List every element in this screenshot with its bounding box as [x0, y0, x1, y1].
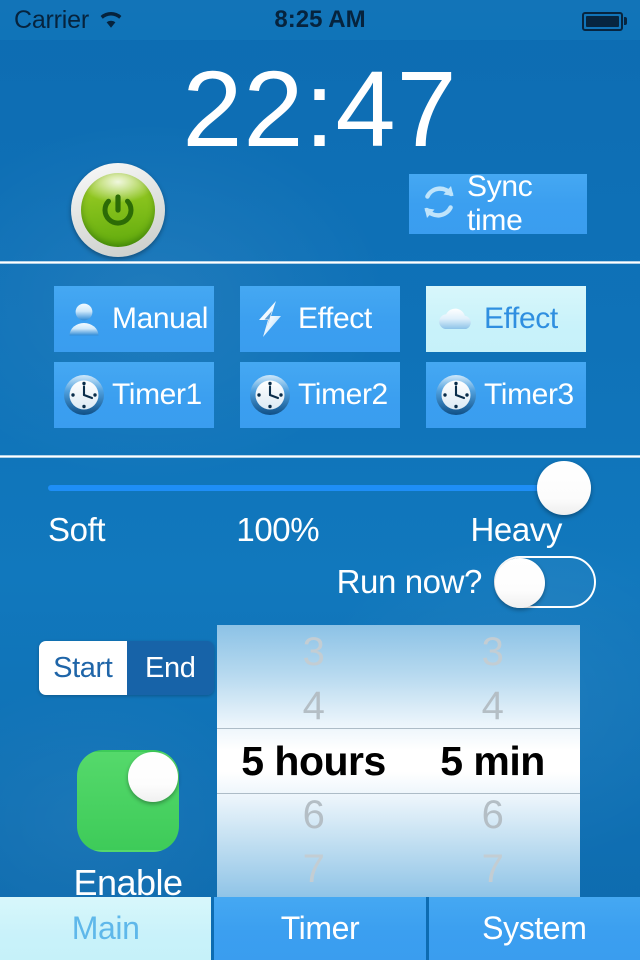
mode-button-label: Effect: [484, 302, 558, 335]
sync-refresh-icon: [418, 181, 460, 228]
tab-timer[interactable]: Timer: [214, 897, 426, 960]
start-end-segmented-control[interactable]: Start End: [39, 641, 214, 695]
mode-button-timer2[interactable]: Timer2: [240, 362, 400, 428]
picker-option[interactable]: 6: [399, 788, 580, 842]
mode-button-label: Timer2: [298, 378, 388, 411]
run-now-label: Run now?: [336, 563, 483, 600]
cloud-icon: [434, 297, 478, 341]
lightning-bolt-icon: [248, 297, 292, 341]
mode-button-label: Timer1: [112, 378, 202, 411]
mode-button-label: Timer3: [484, 378, 574, 411]
enable-toggle[interactable]: [77, 750, 179, 852]
mode-button-grid: Manual Effect Effect Timer1 Timer2 Timer…: [0, 286, 640, 428]
device-clock: 22:47: [182, 48, 458, 169]
picker-minutes-unit: min: [473, 737, 545, 784]
intensity-slider-track[interactable]: [48, 485, 590, 491]
mode-button-manual[interactable]: Manual: [54, 286, 214, 352]
picker-option[interactable]: 7: [399, 843, 580, 897]
mode-grid-row-1: Manual Effect Effect: [54, 286, 586, 352]
enable-block: Enable: [73, 750, 183, 904]
run-now-toggle[interactable]: [494, 556, 596, 608]
toggle-knob: [495, 558, 545, 608]
picker-column-hours[interactable]: 3 4 5 hours 6 7: [217, 625, 398, 897]
picker-option[interactable]: 4: [217, 679, 398, 733]
person-icon: [62, 297, 106, 341]
picker-selection-band-bottom: [217, 793, 580, 794]
app-screen: Carrier 8:25 AM 22:47 Sync time Manual E…: [0, 0, 640, 960]
segment-start[interactable]: Start: [39, 641, 127, 695]
intensity-slider-labels: Soft 100% Heavy: [48, 511, 590, 549]
status-bar-clock: 8:25 AM: [274, 6, 366, 33]
section-divider-bottom: [0, 455, 640, 458]
picker-selected-hours[interactable]: 5 hours: [217, 734, 398, 788]
picker-option[interactable]: 3: [399, 625, 580, 679]
picker-selected-minutes[interactable]: 5 min: [399, 734, 580, 788]
sync-time-label: Sync time: [467, 170, 533, 237]
run-now-row: Run now?: [300, 556, 596, 608]
picker-option[interactable]: 7: [217, 843, 398, 897]
intensity-slider-thumb[interactable]: [537, 461, 591, 515]
mode-grid-row-2: Timer1 Timer2 Timer3: [54, 362, 586, 428]
clock-icon: [434, 373, 478, 417]
mode-button-label: Manual: [112, 302, 208, 335]
picker-column-minutes[interactable]: 3 4 5 min 6 7: [399, 625, 580, 897]
status-bar: Carrier 8:25 AM: [0, 0, 640, 40]
power-button[interactable]: [71, 163, 165, 257]
picker-hours-unit: hours: [274, 737, 386, 784]
mode-button-timer3[interactable]: Timer3: [426, 362, 586, 428]
tab-system[interactable]: System: [428, 897, 640, 960]
tab-bar: Main Timer System: [0, 897, 640, 960]
toggle-knob: [128, 752, 178, 802]
mode-button-effect-bolt[interactable]: Effect: [240, 286, 400, 352]
section-divider-top: [0, 261, 640, 264]
mode-button-timer1[interactable]: Timer1: [54, 362, 214, 428]
picker-minutes-value: 5: [440, 737, 463, 784]
picker-selection-band-top: [217, 728, 580, 729]
segment-end[interactable]: End: [126, 641, 214, 695]
picker-option[interactable]: 6: [217, 788, 398, 842]
picker-option[interactable]: 3: [217, 625, 398, 679]
clock-icon: [248, 373, 292, 417]
tab-main[interactable]: Main: [0, 897, 212, 960]
intensity-value-label: 100%: [236, 511, 320, 548]
intensity-max-label: Heavy: [470, 511, 562, 548]
mode-button-label: Effect: [298, 302, 372, 335]
sync-time-button[interactable]: Sync time: [409, 170, 587, 237]
picker-option[interactable]: 4: [399, 679, 580, 733]
duration-picker[interactable]: 3 4 5 hours 6 7 3 4 5 min 6 7: [217, 625, 580, 897]
picker-hours-value: 5: [241, 737, 264, 784]
mode-button-effect-cloud[interactable]: Effect: [426, 286, 586, 352]
power-icon: [81, 173, 155, 247]
clock-icon: [62, 373, 106, 417]
intensity-min-label: Soft: [48, 511, 106, 548]
battery-icon: [582, 11, 628, 31]
